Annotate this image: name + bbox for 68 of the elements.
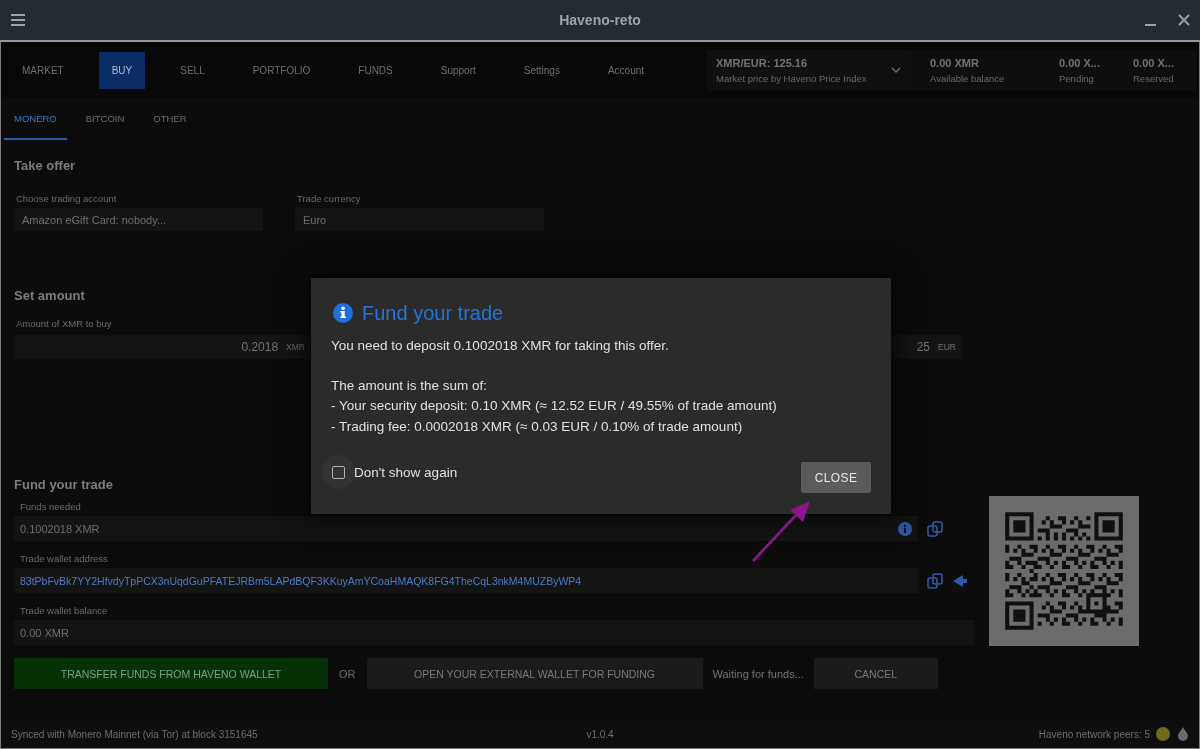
field-label: Trade wallet balance <box>19 605 108 617</box>
text-field[interactable]: 0.1002018 XMR <box>14 516 918 541</box>
version-label: v1.0.4 <box>586 728 614 740</box>
nav-tab[interactable]: PORTFOLIO <box>239 51 324 89</box>
checkbox[interactable] <box>331 465 345 479</box>
balance-value: 0.00 XMR <box>930 56 980 69</box>
dialog-text: - Trading fee: 0.0002018 XMR (≈ 0.03 EUR / 0.10% of trade amount) <box>331 417 743 436</box>
select-field[interactable]: Euro <box>295 208 544 231</box>
unit-label: XMR <box>286 342 305 352</box>
dialog-text: - Your security deposit: 0.10 XMR (≈ 12.52 EUR / 49.55% of trade amount) <box>331 397 777 415</box>
transfer-button[interactable]: TRANSFER FUNDS FROM HAVENO WALLET <box>14 658 328 689</box>
section-heading: Take offer <box>14 158 76 174</box>
copy-icon[interactable] <box>927 572 943 589</box>
field-label: Trade wallet address <box>19 553 108 565</box>
nav-tab[interactable]: MARKET <box>9 51 77 89</box>
info-icon[interactable] <box>898 521 912 536</box>
balance-value: 0.00 X... <box>1059 56 1101 69</box>
balance-label: Pending <box>1059 72 1095 84</box>
close-icon[interactable] <box>1178 14 1190 26</box>
unit-label: EUR <box>938 342 956 352</box>
select-field[interactable]: Amazon eGift Card: nobody... <box>14 208 263 231</box>
minimize-icon[interactable] <box>1145 23 1156 26</box>
caret-icon[interactable] <box>891 67 901 73</box>
amount-field[interactable]: 0.2018 XMR <box>14 335 310 359</box>
text-field[interactable]: 0.00 XMR <box>14 620 974 645</box>
field-label: Choose trading account <box>15 193 117 205</box>
section-heading: Fund your trade <box>14 477 113 493</box>
field-label: Funds needed <box>19 501 81 513</box>
volume-field[interactable]: 25 EUR <box>892 335 962 359</box>
balance-value: 0.00 X... <box>1133 56 1175 69</box>
separator-text: OR <box>339 667 356 680</box>
status-text: Waiting for funds... <box>712 667 804 680</box>
action-button[interactable]: CANCEL <box>813 658 938 689</box>
menu-icon[interactable] <box>11 14 25 26</box>
nav-tab[interactable]: BUY <box>98 51 146 89</box>
status-dot-icon <box>1156 727 1170 741</box>
copy-icon[interactable] <box>927 520 943 537</box>
nav-tab[interactable]: Settings <box>510 51 573 89</box>
currency-tab[interactable]: MONERO <box>4 98 67 140</box>
nav-tab[interactable]: FUNDS <box>345 51 406 89</box>
market-price-caption: Market price by Haveno Price Index <box>716 72 868 84</box>
close-button[interactable]: CLOSE <box>801 462 871 493</box>
nav-tab[interactable]: Support <box>427 51 489 89</box>
peers-count: Haveno network peers: 5 <box>1038 728 1150 740</box>
dialog-title: Fund your trade <box>362 301 504 325</box>
field-label: Trade currency <box>296 193 361 205</box>
action-button[interactable]: OPEN YOUR EXTERNAL WALLET FOR FUNDING <box>366 658 703 689</box>
balance-label: Available balance <box>930 72 1006 84</box>
section-heading: Set amount <box>14 288 85 304</box>
dialog-text: The amount is the sum of: <box>331 376 488 395</box>
nav-tab[interactable]: Account <box>594 51 658 89</box>
address-field[interactable]: 83tPbFvBk7YY2HfvdyTpPCX3nUqdGuPFATEJRBm5LAPdBQF3KKuyAmYCoaHMAQK8FG4TheCqL3nkM4MUZByWP4 <box>14 568 918 593</box>
amount-value: 0.2018 <box>241 340 279 354</box>
checkbox-label: Don't show again <box>354 464 458 480</box>
market-price: XMR/EUR: 125.16 <box>716 56 809 69</box>
volume-value: 25 <box>916 340 931 354</box>
currency-tab[interactable]: OTHER <box>143 98 197 140</box>
drop-icon <box>1178 727 1188 741</box>
balance-label: Reserved <box>1133 72 1175 84</box>
nav-tab[interactable]: SELL <box>167 51 218 89</box>
window-title: Haveno-reto <box>559 12 641 28</box>
currency-tab[interactable]: BITCOIN <box>75 98 135 140</box>
left-arrow-icon[interactable] <box>952 573 968 588</box>
sync-status: Synced with Monero Mainnet (via Tor) at block 3151645 <box>10 728 258 740</box>
info-icon <box>333 303 353 323</box>
field-label: Amount of XMR to buy <box>15 318 112 330</box>
dialog-text: You need to deposit 0.1002018 XMR for taking this offer. <box>331 337 669 355</box>
pointer-arrow <box>750 498 812 564</box>
